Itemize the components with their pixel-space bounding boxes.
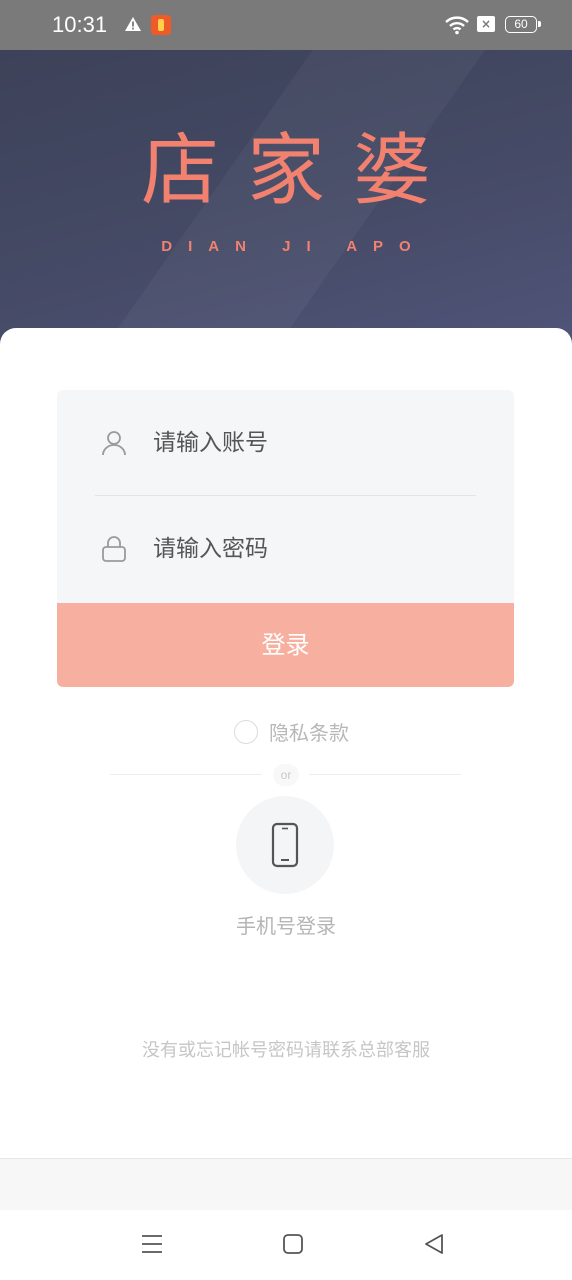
- sim-icon: ×: [477, 16, 495, 32]
- privacy-radio[interactable]: [234, 720, 258, 744]
- help-text: 没有或忘记帐号密码请联系总部客服: [142, 1040, 430, 1061]
- phone-login-label[interactable]: 手机号登录: [0, 910, 572, 939]
- status-bar: 10:31 × 60: [0, 0, 572, 50]
- divider-line-left: [110, 774, 262, 775]
- password-field-row: [57, 496, 514, 602]
- phone-login-button[interactable]: [236, 796, 334, 894]
- login-button[interactable]: 登录: [57, 603, 514, 687]
- bottom-strip: [0, 1158, 572, 1210]
- warning-icon: [125, 17, 141, 31]
- menu-icon[interactable]: [140, 1232, 164, 1256]
- status-time: 10:31: [52, 12, 108, 37]
- account-input[interactable]: [153, 420, 473, 466]
- mobile-phone-icon: [271, 822, 299, 868]
- system-nav-bar: [0, 1210, 572, 1280]
- divider-line-right: [309, 774, 461, 775]
- app-logo-subtitle: DIAN JI APO: [161, 238, 427, 255]
- login-form: 登录: [57, 390, 514, 687]
- privacy-label[interactable]: 隐私条款: [269, 719, 349, 747]
- account-field-row: [57, 390, 514, 496]
- wifi-icon: [445, 16, 469, 35]
- back-icon[interactable]: [423, 1232, 445, 1256]
- app-logo-title: 店家婆: [140, 126, 459, 216]
- home-icon[interactable]: [282, 1232, 304, 1256]
- password-input[interactable]: [153, 526, 473, 572]
- lock-icon: [102, 536, 126, 562]
- app-notification-icon: [151, 15, 171, 35]
- battery-icon: 60: [505, 16, 541, 33]
- or-label: or: [273, 764, 299, 786]
- user-icon: [102, 431, 126, 456]
